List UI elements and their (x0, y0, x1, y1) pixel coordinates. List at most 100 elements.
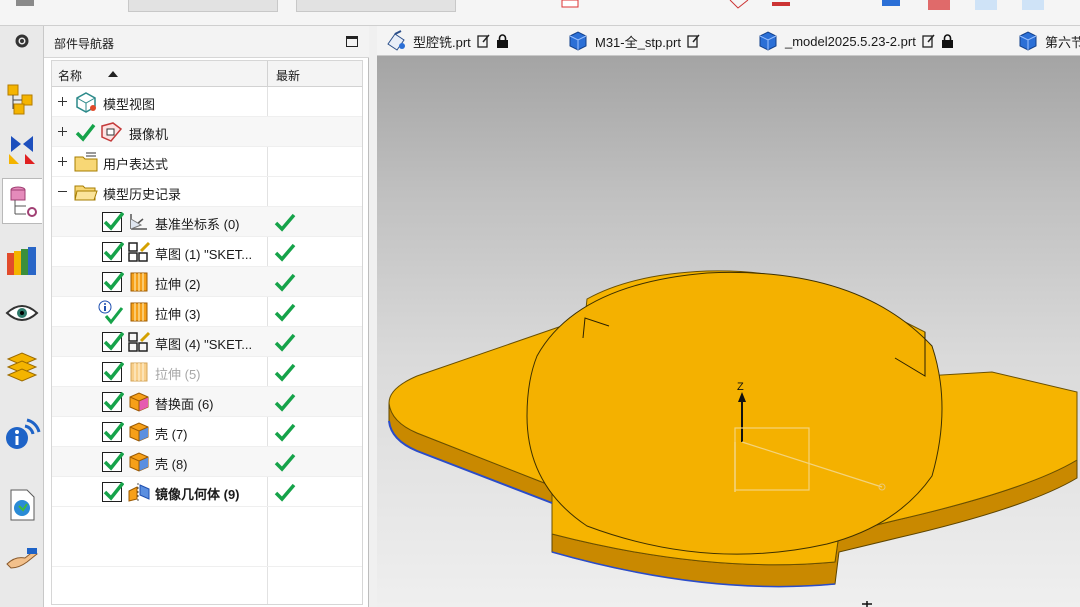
visibility-checkbox[interactable] (102, 331, 124, 352)
tab-cavity-mill[interactable]: 型腔铣.prt (385, 26, 509, 56)
visibility-checkbox[interactable] (102, 481, 124, 502)
extrude-icon (130, 302, 148, 322)
toolbar-icon[interactable] (928, 0, 950, 10)
toolbar-icon[interactable] (770, 0, 792, 10)
cursor-icon (862, 601, 872, 607)
up-to-date-check-icon (274, 243, 296, 262)
graphics-window: 型腔铣.prt M31-全_stp.prt _model2025.5.23-2.… (377, 26, 1080, 607)
node-label: 模型视图 (103, 97, 156, 112)
sort-ascending-icon[interactable] (108, 71, 118, 77)
up-to-date-check-icon (274, 453, 296, 472)
mirror-geometry-icon (128, 483, 150, 503)
toolbar-icon[interactable] (975, 0, 997, 10)
toolbar-icon[interactable] (560, 0, 582, 10)
column-header-name[interactable]: 名称 (58, 67, 82, 84)
tab-label: 型腔铣.prt (413, 34, 471, 50)
visibility-checkbox[interactable] (102, 421, 124, 442)
sketch-icon (128, 331, 151, 352)
tree-node-model-history[interactable]: 模型历史记录 (52, 177, 362, 207)
tree-node-shell-8[interactable]: 壳 (8) (52, 447, 362, 477)
toolbar-icon[interactable] (1022, 0, 1044, 10)
visual-icon[interactable] (2, 290, 42, 336)
toolbar-icon[interactable] (14, 0, 36, 10)
visibility-checkbox[interactable] (102, 241, 124, 262)
node-label: 壳 (8) (155, 457, 188, 472)
node-label: 模型历史记录 (103, 187, 182, 202)
node-label: 拉伸 (2) (155, 277, 201, 292)
ribbon-dropdown[interactable] (296, 0, 456, 12)
visibility-checkbox[interactable] (102, 451, 124, 472)
history-icon[interactable] (2, 482, 42, 528)
part-navigator-icon[interactable] (2, 178, 42, 224)
column-header-latest[interactable]: 最新 (276, 67, 300, 84)
node-label: 摄像机 (129, 127, 169, 142)
visibility-checkbox[interactable] (102, 361, 124, 382)
layer-icon[interactable] (2, 344, 42, 390)
visibility-checkbox[interactable] (102, 271, 124, 292)
tab-m31[interactable]: M31-全_stp.prt (567, 26, 700, 56)
tree-node-datum-csys[interactable]: 基准坐标系 (0) (52, 207, 362, 237)
info-check-icon (98, 300, 124, 325)
tab-model2025[interactable]: _model2025.5.23-2.prt (757, 26, 954, 56)
part-circle-edge (526, 271, 943, 555)
node-label: 用户表达式 (103, 157, 169, 172)
resource-bar (0, 26, 44, 607)
navigator-title: 部件导航器 (54, 37, 115, 51)
reuse-library-icon[interactable] (2, 238, 42, 284)
part-icon (1019, 31, 1037, 51)
toolbar-icon[interactable] (880, 0, 902, 10)
lock-icon (941, 34, 953, 48)
expand-icon[interactable] (57, 96, 68, 107)
settings-icon[interactable] (2, 26, 42, 56)
folder-icon (74, 152, 98, 172)
up-to-date-check-icon (274, 423, 296, 442)
edit-icon[interactable] (477, 34, 490, 48)
node-label: 基准坐标系 (0) (155, 217, 240, 232)
tab-lesson-six[interactable]: 第六节 (1017, 26, 1080, 56)
constraint-navigator-icon[interactable] (2, 126, 42, 172)
tree-node-sketch-4[interactable]: 草图 (4) "SKET... (52, 327, 362, 357)
3d-viewport[interactable]: Z (377, 56, 1080, 607)
expand-icon[interactable] (57, 126, 68, 137)
tree-node-extrude-2[interactable]: 拉伸 (2) (52, 267, 362, 297)
model-render[interactable]: Z (377, 56, 1080, 607)
assembly-navigator-icon[interactable] (2, 76, 42, 122)
part-tab-bar: 型腔铣.prt M31-全_stp.prt _model2025.5.23-2.… (377, 26, 1080, 56)
up-to-date-check-icon (274, 213, 296, 232)
toolbar-icon[interactable] (728, 0, 750, 10)
visibility-checkbox[interactable] (102, 211, 124, 232)
part-icon (759, 31, 777, 51)
edit-icon[interactable] (922, 34, 935, 48)
up-to-date-check-icon (274, 333, 296, 352)
tree-node-replace-face-6[interactable]: 替换面 (6) (52, 387, 362, 417)
shell-icon (129, 452, 149, 472)
tree-header: 名称 最新 (52, 61, 362, 87)
camera-icon (101, 122, 123, 142)
expand-icon[interactable] (57, 156, 68, 167)
tree-node-user-expressions[interactable]: 用户表达式 (52, 147, 362, 177)
navigator-tree: 名称 最新 模型视图 摄像机 用户表达式 模型历史记录 基准坐标系 (0) 草图… (51, 60, 363, 605)
maximize-icon[interactable] (346, 36, 358, 47)
visibility-checkbox[interactable] (102, 391, 124, 412)
ribbon-dropdown[interactable] (128, 0, 278, 12)
node-label: 镜像几何体 (9) (155, 487, 240, 502)
info-icon[interactable] (2, 412, 42, 458)
tree-node-sketch-1[interactable]: 草图 (1) "SKET... (52, 237, 362, 267)
collapse-icon[interactable] (57, 186, 68, 197)
tree-node-model-views[interactable]: 模型视图 (52, 87, 362, 117)
tree-node-cameras[interactable]: 摄像机 (52, 117, 362, 147)
folder-open-icon (74, 185, 98, 201)
lock-icon (496, 34, 508, 48)
part-navigator-panel: 部件导航器 名称 最新 模型视图 摄像机 用户表达式 模型历史记录 基准坐标系 … (44, 26, 369, 607)
up-to-date-check-icon (274, 303, 296, 322)
up-to-date-check-icon (274, 273, 296, 292)
tree-node-shell-7[interactable]: 壳 (7) (52, 417, 362, 447)
tree-node-extrude-3[interactable]: 拉伸 (3) (52, 297, 362, 327)
edit-icon[interactable] (687, 34, 700, 48)
tree-node-mirror-geometry-9[interactable]: 镜像几何体 (9) (52, 477, 362, 507)
datum-csys-icon (130, 214, 147, 230)
tree-node-extrude-5[interactable]: 拉伸 (5) (52, 357, 362, 387)
replace-face-icon (129, 392, 149, 412)
roles-icon[interactable] (2, 536, 42, 582)
node-label: 壳 (7) (155, 427, 188, 442)
